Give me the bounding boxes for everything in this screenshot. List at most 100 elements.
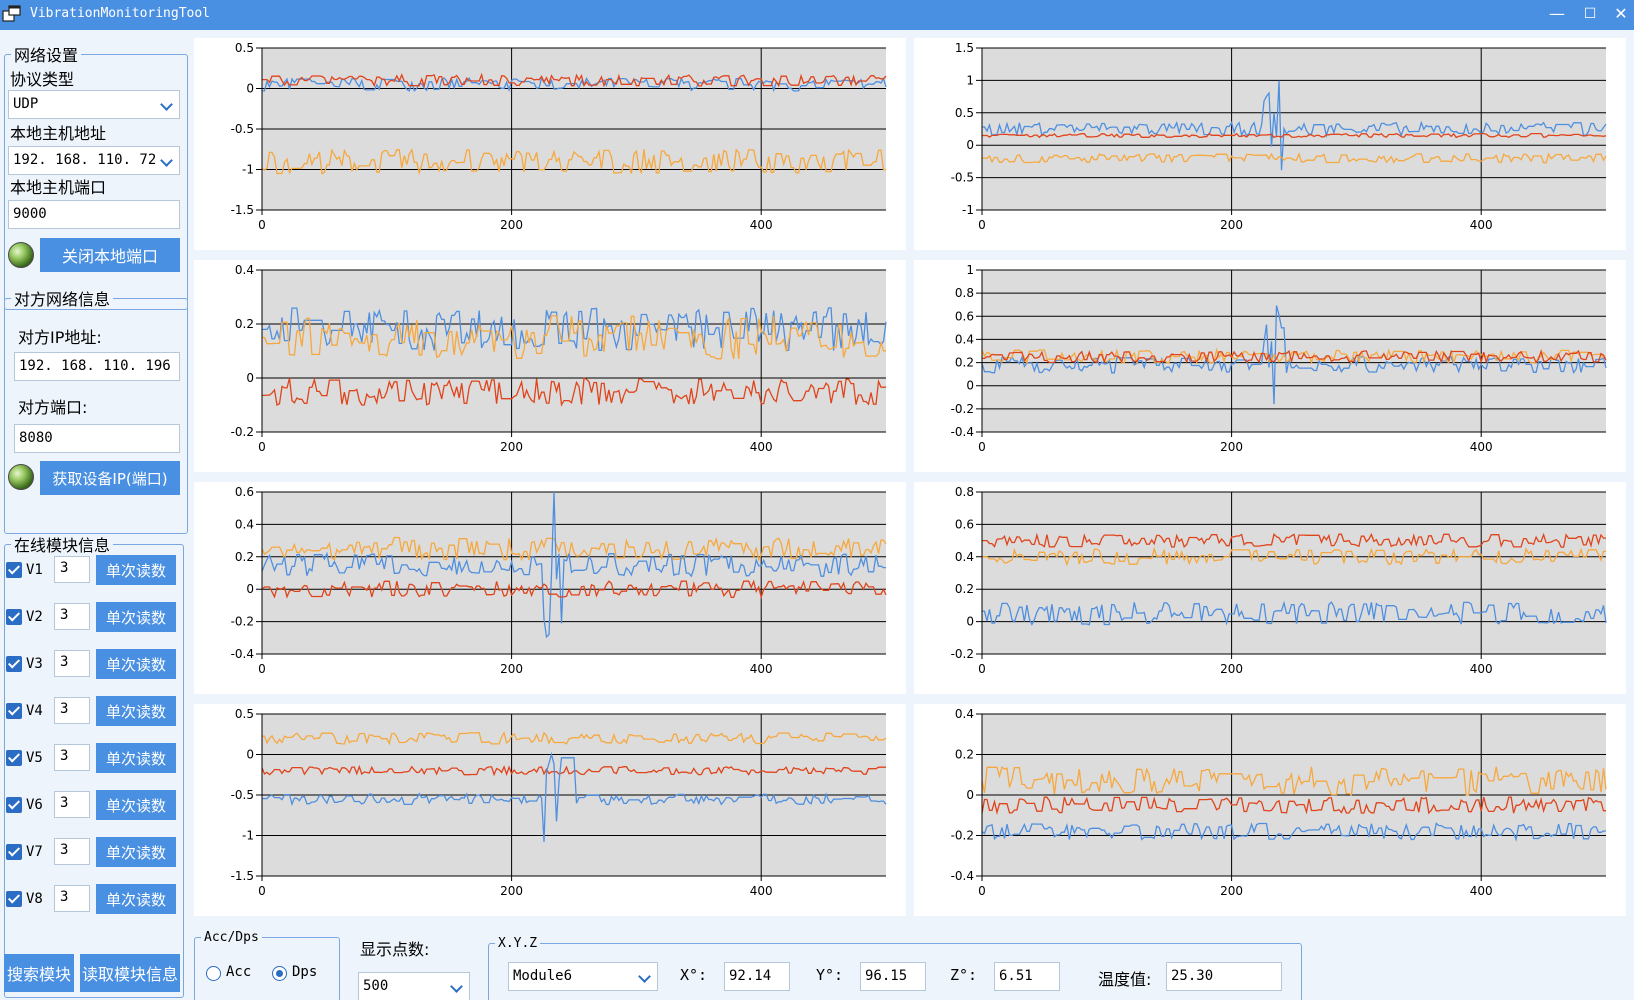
chevron-down-icon: [160, 98, 173, 111]
module-checkbox[interactable]: [6, 562, 22, 578]
module-count-input[interactable]: 3: [54, 650, 90, 677]
x-tick-label: 400: [750, 884, 773, 898]
module-count-input[interactable]: 3: [54, 838, 90, 865]
vibration-chart: 1 0.8 0.6 0.4 0.2 0 -0.2 -0.4 0 200 400: [914, 260, 1626, 472]
module-count-input[interactable]: 3: [54, 791, 90, 818]
protocol-value: UDP: [13, 96, 39, 112]
module-name: V3: [26, 656, 43, 672]
x-tick-label: 200: [1220, 884, 1243, 898]
module-select[interactable]: Module6: [508, 962, 658, 991]
y-tick-label: 0.6: [955, 517, 974, 531]
y-tick-label: -0.5: [951, 171, 974, 185]
y-tick-label: 0.5: [235, 707, 254, 721]
temperature-value[interactable]: 25.30: [1166, 962, 1282, 991]
module-checkbox[interactable]: [6, 797, 22, 813]
module-checkbox[interactable]: [6, 750, 22, 766]
maximize-button[interactable]: ☐: [1573, 0, 1607, 30]
acc-dps-legend: Acc/Dps: [204, 930, 259, 945]
chevron-down-icon: [638, 970, 651, 983]
x-tick-label: 400: [750, 662, 773, 676]
vibration-chart: 0.4 0.2 0 -0.2 -0.4 0 200 400: [914, 704, 1626, 916]
chart-svg: 1.5 1 0.5 0 -0.5 -1 0 200 400: [951, 41, 1607, 232]
y-tick-label: -1.5: [231, 203, 254, 217]
x-tick-label: 0: [978, 440, 986, 454]
plot-area: [262, 492, 886, 654]
x-label: X°:: [680, 966, 708, 984]
single-read-button[interactable]: 单次读数: [96, 555, 176, 585]
y-tick-label: 0.2: [955, 582, 974, 596]
module-count-input[interactable]: 3: [54, 697, 90, 724]
module-count-input[interactable]: 3: [54, 744, 90, 771]
y-tick-label: 0.5: [955, 106, 974, 120]
x-tick-label: 400: [1470, 884, 1493, 898]
single-read-button[interactable]: 单次读数: [96, 602, 176, 632]
points-value: 500: [363, 978, 389, 994]
chart-svg: 0.5 0 -0.5 -1 -1.5 0 200 400: [231, 707, 887, 898]
y-tick-label: 0.4: [235, 263, 254, 277]
module-name: V8: [26, 891, 43, 907]
local-port-input[interactable]: 9000: [8, 200, 180, 229]
dps-radio[interactable]: [272, 966, 287, 981]
y-tick-label: -0.2: [951, 647, 974, 661]
close-local-port-button[interactable]: 关闭本地端口: [40, 238, 180, 272]
module-count-input[interactable]: 3: [54, 556, 90, 583]
y-tick-label: 0.5: [235, 41, 254, 55]
single-read-button[interactable]: 单次读数: [96, 790, 176, 820]
points-select[interactable]: 500: [358, 972, 470, 1000]
y-tick-label: -1: [242, 163, 254, 177]
y-tick-label: 1.5: [955, 41, 974, 55]
z-value[interactable]: 6.51: [994, 962, 1060, 991]
read-module-info-button[interactable]: 读取模块信息: [80, 954, 180, 992]
y-tick-label: 0.2: [955, 748, 974, 762]
chart-svg: 1 0.8 0.6 0.4 0.2 0 -0.2 -0.4 0 200 400: [951, 263, 1607, 454]
module-checkbox[interactable]: [6, 703, 22, 719]
host-select[interactable]: 192. 168. 110. 72: [8, 146, 180, 175]
single-read-button[interactable]: 单次读数: [96, 743, 176, 773]
y-tick-label: -0.2: [231, 615, 254, 629]
single-read-button[interactable]: 单次读数: [96, 884, 176, 914]
x-tick-label: 0: [258, 440, 266, 454]
single-read-button[interactable]: 单次读数: [96, 837, 176, 867]
remote-network-legend: 对方网络信息: [14, 290, 111, 309]
module-checkbox[interactable]: [6, 609, 22, 625]
vibration-chart: 0.5 0 -0.5 -1 -1.5 0 200 400: [194, 38, 906, 250]
x-tick-label: 200: [500, 884, 523, 898]
minimize-button[interactable]: —: [1540, 0, 1574, 30]
search-modules-button[interactable]: 搜索模块: [4, 954, 74, 992]
y-tick-label: 0.2: [235, 550, 254, 564]
single-read-button[interactable]: 单次读数: [96, 696, 176, 726]
y-tick-label: 0.6: [235, 485, 254, 499]
acc-radio[interactable]: [206, 966, 221, 981]
y-tick-label: 1: [966, 73, 974, 87]
xyz-legend: X.Y.Z: [498, 936, 538, 951]
module-checkbox[interactable]: [6, 656, 22, 672]
module-checkbox[interactable]: [6, 891, 22, 907]
y-tick-label: -0.2: [231, 425, 254, 439]
module-count-input[interactable]: 3: [54, 603, 90, 630]
x-tick-label: 400: [1470, 440, 1493, 454]
y-tick-label: 0.8: [955, 485, 974, 499]
y-tick-label: 0.8: [955, 286, 974, 300]
chevron-down-icon: [450, 980, 463, 993]
x-tick-label: 400: [750, 440, 773, 454]
x-tick-label: 200: [500, 218, 523, 232]
close-button[interactable]: ✕: [1604, 0, 1634, 30]
module-name: V5: [26, 750, 43, 766]
x-tick-label: 0: [978, 884, 986, 898]
remote-port-input[interactable]: 8080: [14, 424, 180, 453]
module-checkbox[interactable]: [6, 844, 22, 860]
host-value: 192. 168. 110. 72: [13, 152, 157, 168]
x-tick-label: 0: [258, 884, 266, 898]
module-count-input[interactable]: 3: [54, 885, 90, 912]
remote-ip-input[interactable]: 192. 168. 110. 196: [14, 352, 180, 381]
single-read-button[interactable]: 单次读数: [96, 649, 176, 679]
protocol-select[interactable]: UDP: [8, 90, 180, 119]
x-tick-label: 400: [1470, 218, 1493, 232]
x-tick-label: 0: [258, 218, 266, 232]
x-value[interactable]: 92.14: [724, 962, 790, 991]
y-tick-label: 0.2: [955, 356, 974, 370]
get-device-ip-button[interactable]: 获取设备IP(端口): [40, 461, 180, 495]
y-value[interactable]: 96.15: [860, 962, 926, 991]
status-led-icon: [8, 242, 34, 268]
y-tick-label: 0: [246, 748, 254, 762]
